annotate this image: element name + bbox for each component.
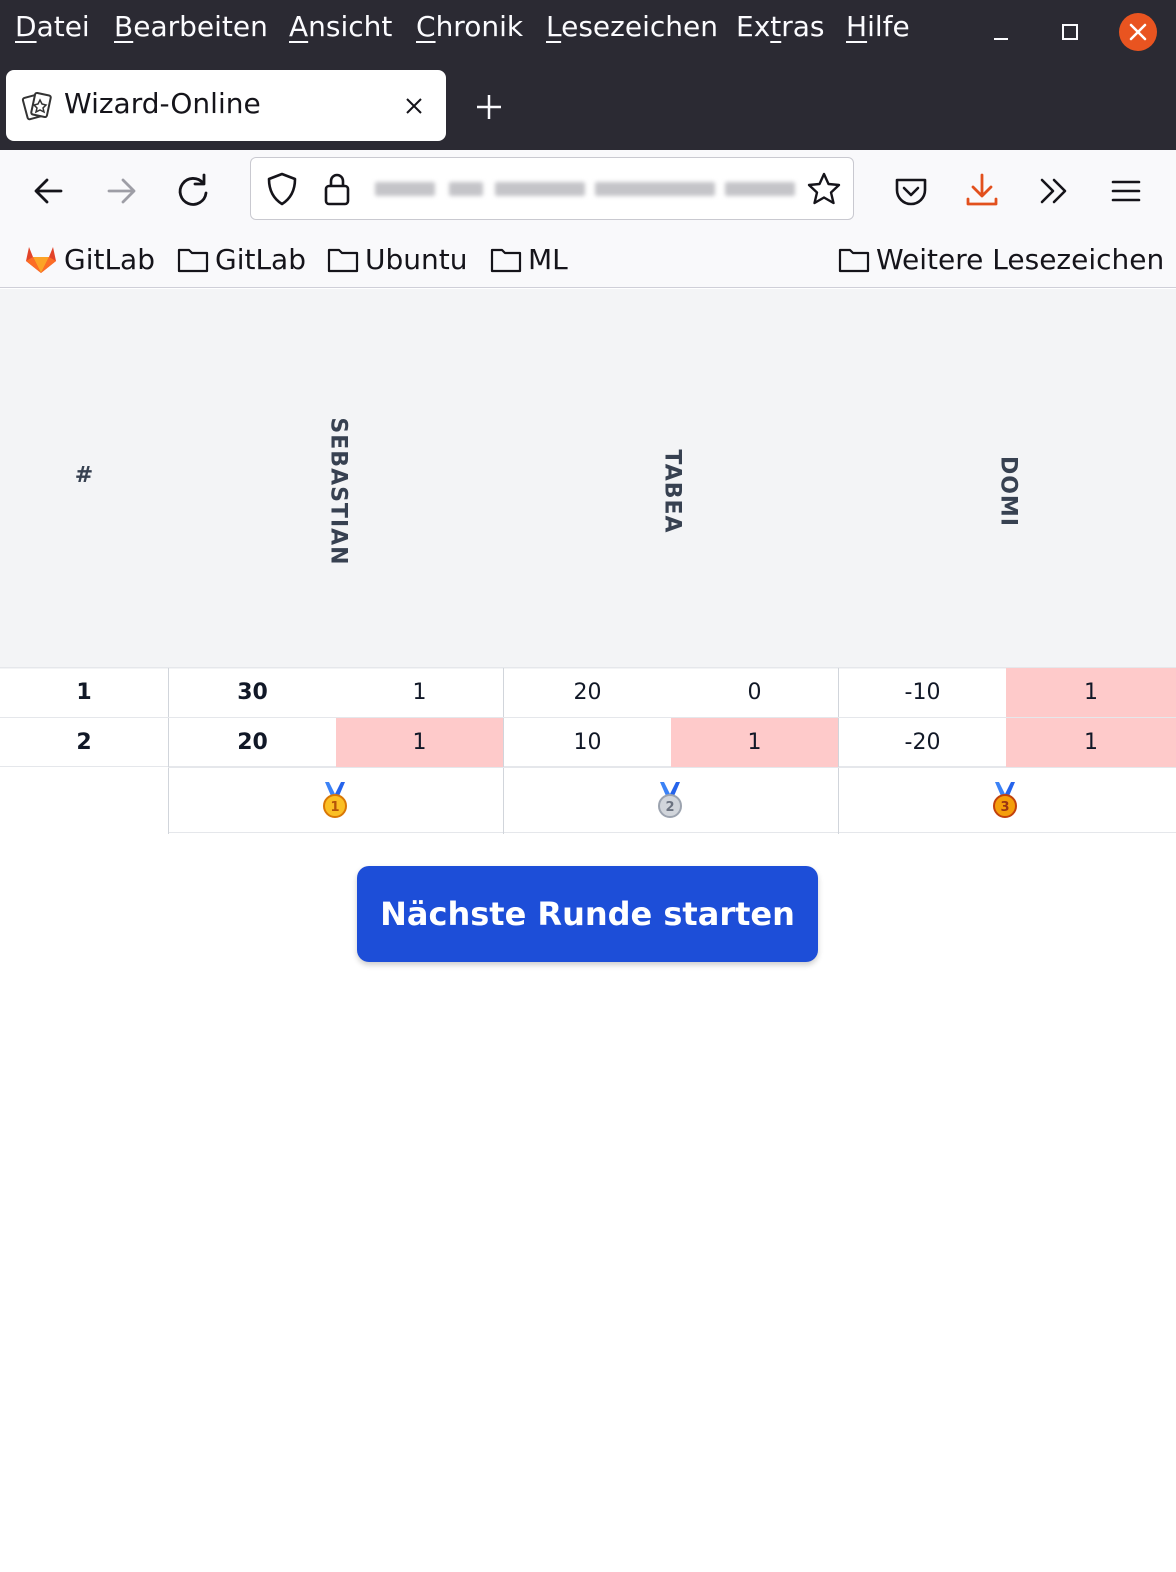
column-divider [168, 668, 169, 717]
column-divider [503, 768, 504, 834]
bookmark-gitlab[interactable]: GitLab [24, 240, 155, 278]
gold-medal-icon: 1 [323, 782, 347, 818]
bookmarks-toolbar: GitLab GitLab Ubuntu ML Weitere Lesezeic… [0, 230, 1176, 288]
bid-cell-missed: 1 [671, 718, 838, 767]
app-menu-button[interactable] [1106, 171, 1146, 211]
bookmark-star-icon[interactable] [805, 170, 843, 208]
round-number: 1 [76, 680, 92, 705]
menu-bar: Datei Bearbeiten Ansicht Chronik Lesezei… [0, 0, 1176, 62]
new-tab-icon[interactable] [474, 92, 504, 122]
bid-cell: 0 [747, 680, 762, 705]
player-header-domi: DOMI [995, 455, 1021, 528]
score-cell: -20 [904, 730, 941, 755]
url-text-redacted [375, 172, 795, 206]
menu-hilfe[interactable]: Hilfe [846, 10, 910, 43]
other-bookmarks[interactable]: Weitere Lesezeichen [838, 240, 1164, 278]
gitlab-logo-icon [26, 247, 56, 273]
player-header-tabea: TABEA [659, 449, 685, 534]
menu-datei[interactable]: Datei [15, 10, 90, 43]
tracking-protection-shield-icon[interactable] [265, 171, 299, 207]
bookmark-folder-ubuntu[interactable]: Ubuntu [327, 240, 467, 278]
lock-icon[interactable] [321, 170, 353, 208]
folder-icon [177, 248, 209, 273]
navigation-toolbar [0, 150, 1176, 230]
tab-wizard-online[interactable]: Wizard-Online [6, 70, 446, 141]
bid-cell-missed: 1 [1006, 718, 1176, 767]
close-window-button[interactable] [1119, 13, 1157, 51]
chevron-double-right-icon [1040, 178, 1067, 204]
url-bar[interactable] [250, 157, 854, 220]
ranking-row: 1 2 3 [168, 767, 1176, 834]
column-divider [838, 718, 839, 767]
round-column-header: # [74, 463, 94, 488]
bookmark-folder-ml[interactable]: ML [490, 240, 568, 278]
tab-strip: Wizard-Online [0, 62, 1176, 150]
score-cell: 20 [573, 680, 602, 705]
column-divider [503, 718, 504, 767]
overflow-menu-button[interactable] [1034, 171, 1074, 211]
table-row: 1 30 1 20 0 -10 1 [0, 667, 1176, 717]
maximize-icon [1062, 24, 1078, 40]
svg-text:2: 2 [665, 800, 674, 815]
svg-text:1: 1 [330, 800, 339, 815]
scoreboard-header: # SEBASTIAN TABEA DOMI [0, 289, 1176, 669]
bid-cell-missed: 1 [1006, 668, 1176, 717]
forward-arrow-icon [107, 178, 136, 204]
menu-lesezeichen[interactable]: Lesezeichen [546, 10, 718, 43]
folder-icon [327, 248, 359, 273]
score-cell: -10 [904, 680, 941, 705]
reload-button[interactable] [173, 171, 213, 211]
close-tab-icon[interactable] [404, 96, 424, 116]
downloads-button[interactable] [962, 171, 1002, 211]
minimize-icon [994, 38, 1008, 40]
close-icon [1129, 23, 1147, 41]
score-cell: 10 [573, 730, 602, 755]
menu-chronik[interactable]: Chronik [416, 10, 523, 43]
column-divider [838, 768, 839, 834]
table-row: 2 20 1 10 1 -20 1 [0, 717, 1176, 767]
menu-ansicht[interactable]: Ansicht [289, 10, 392, 43]
folder-icon [838, 248, 870, 273]
maximize-button[interactable] [1051, 13, 1089, 51]
bid-cell: 1 [412, 680, 427, 705]
menu-bearbeiten[interactable]: Bearbeiten [114, 10, 268, 43]
tab-title: Wizard-Online [64, 87, 261, 120]
back-button[interactable] [29, 171, 69, 211]
forward-button[interactable] [101, 171, 141, 211]
minimize-button[interactable] [982, 13, 1020, 51]
reload-icon [178, 173, 208, 206]
pocket-button[interactable] [891, 171, 931, 211]
svg-text:3: 3 [1000, 800, 1009, 815]
column-divider [838, 668, 839, 717]
bronze-medal-icon: 3 [993, 782, 1017, 818]
player-header-sebastian: SEBASTIAN [325, 417, 351, 566]
silver-medal-icon: 2 [658, 782, 682, 818]
round-number: 2 [76, 730, 92, 755]
download-icon [966, 173, 998, 206]
next-round-button[interactable]: Nächste Runde starten [357, 866, 818, 962]
column-divider [168, 768, 169, 834]
column-divider [503, 668, 504, 717]
score-cell: 20 [237, 730, 268, 755]
menu-extras[interactable]: Extras [736, 10, 825, 43]
column-divider [168, 718, 169, 767]
folder-icon [490, 248, 522, 273]
page-content: # SEBASTIAN TABEA DOMI 1 30 1 20 0 -10 1… [0, 289, 1176, 1572]
bid-cell-missed: 1 [336, 718, 503, 767]
hamburger-menu-icon [1111, 180, 1141, 202]
pocket-icon [895, 178, 927, 206]
score-cell: 30 [237, 680, 268, 705]
bookmark-folder-gitlab[interactable]: GitLab [177, 240, 306, 278]
wizard-cards-favicon-icon [21, 91, 52, 121]
back-arrow-icon [34, 178, 63, 204]
